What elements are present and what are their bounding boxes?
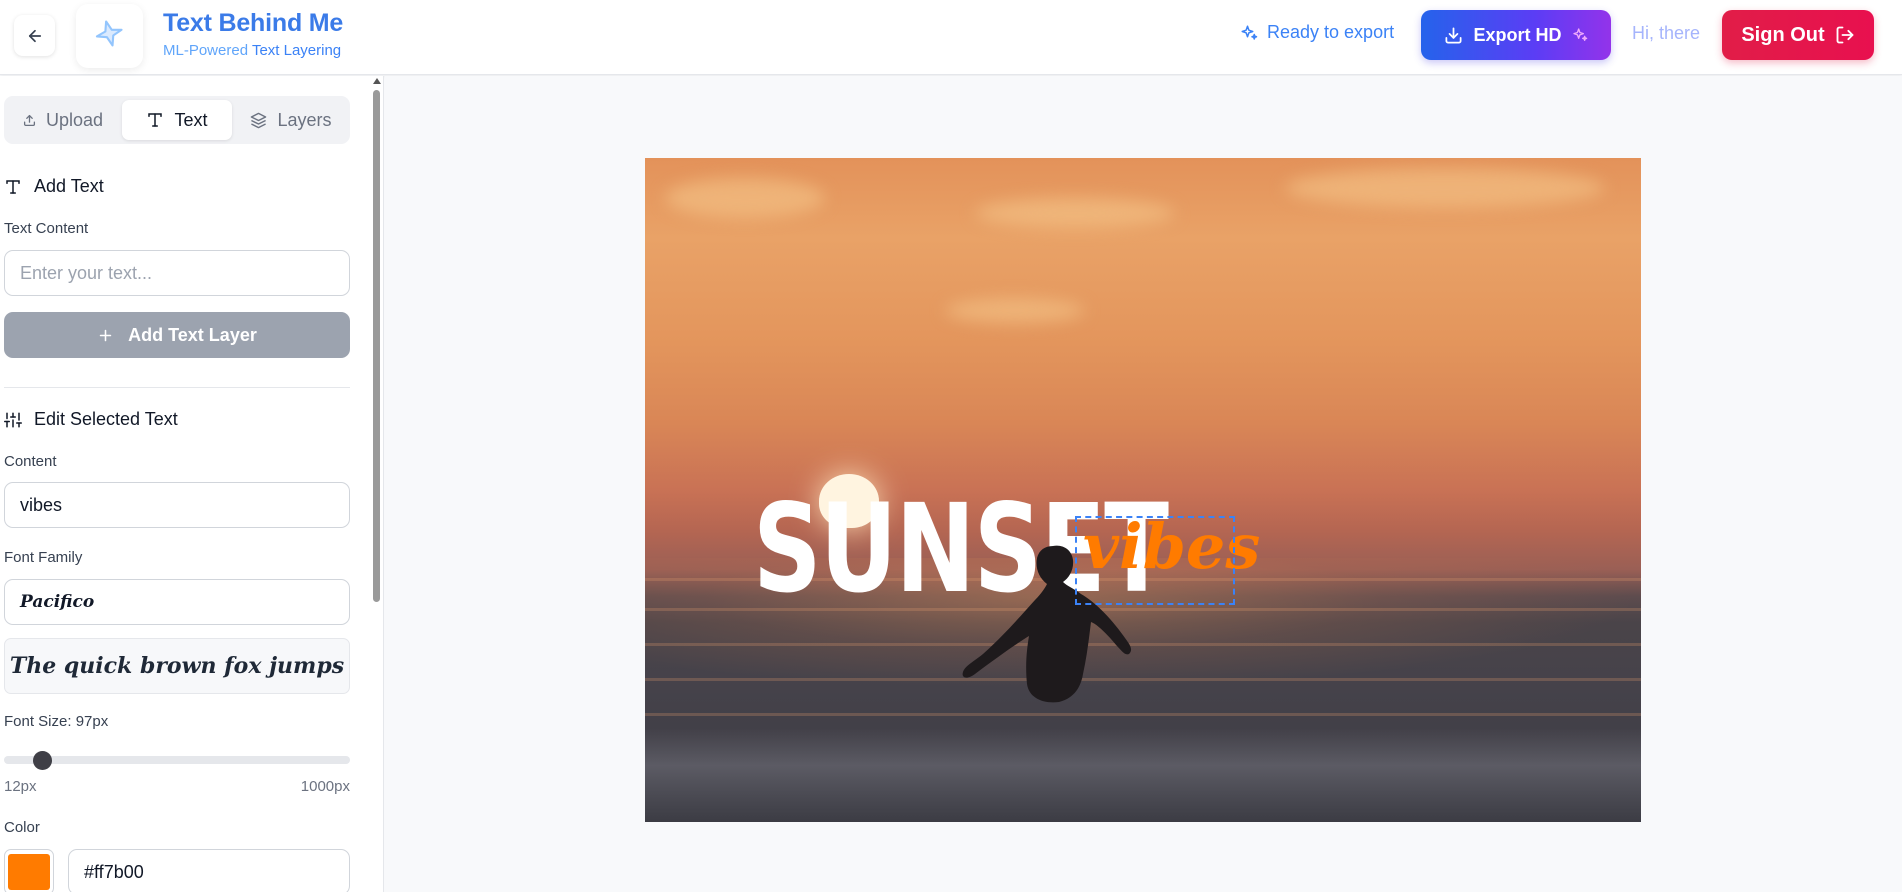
back-button[interactable] — [14, 15, 55, 56]
app-logo — [76, 4, 143, 68]
type-icon — [148, 113, 163, 127]
tab-upload-label: Upload — [45, 109, 104, 130]
sidebar-panel: Upload Text Layers Add Text Text Content… — [0, 76, 384, 892]
edit-text-heading: Edit Selected Text — [4, 409, 178, 430]
brand-subtitle-highlight: Text Layering — [251, 42, 342, 59]
tab-text-label: Text — [174, 109, 208, 130]
tab-upload[interactable]: Upload — [8, 100, 118, 140]
brand-title: Text Behind Me — [163, 9, 344, 37]
tab-layers-label: Layers — [277, 109, 332, 130]
color-swatch-fill — [8, 854, 50, 890]
sign-out-button[interactable]: Sign Out — [1722, 10, 1874, 60]
upload-icon — [23, 114, 35, 126]
user-greeting: Hi, there — [1632, 23, 1701, 43]
export-hd-label: Export HD — [1473, 24, 1562, 45]
arrow-left-icon — [28, 29, 41, 42]
plus-icon — [99, 329, 112, 341]
add-text-layer-button[interactable]: Add Text Layer — [4, 312, 350, 358]
text-content-label: Text Content — [4, 220, 89, 237]
export-status-text: Ready to export — [1267, 22, 1395, 42]
font-size-slider[interactable] — [4, 756, 350, 764]
brand: Text Behind Me ML-Powered Text Layering — [163, 9, 343, 59]
sparkles-icon — [1572, 28, 1587, 41]
sidebar-tabs: Upload Text Layers — [4, 96, 350, 144]
add-text-heading: Add Text — [4, 176, 104, 197]
add-text-layer-label: Add Text Layer — [128, 324, 257, 345]
content-label: Content — [4, 453, 57, 470]
download-icon — [1445, 27, 1462, 43]
color-swatch[interactable] — [4, 849, 54, 892]
section-divider — [4, 387, 350, 388]
scroll-up-arrow[interactable] — [373, 78, 381, 84]
content-input[interactable]: vibes — [4, 482, 350, 528]
text-content-input[interactable]: Enter your text... — [4, 250, 350, 296]
font-size-min: 12px — [4, 778, 37, 795]
add-text-title: Add Text — [34, 176, 104, 196]
sign-out-label: Sign Out — [1741, 23, 1825, 46]
export-hd-button[interactable]: Export HD — [1421, 10, 1611, 60]
cloud — [665, 178, 825, 218]
sliders-icon — [4, 412, 22, 427]
sidebar-scrollbar[interactable] — [370, 76, 382, 892]
font-size-slider-thumb[interactable] — [33, 751, 52, 770]
layers-icon — [251, 112, 267, 128]
font-size-max: 1000px — [300, 778, 350, 795]
tab-text[interactable]: Text — [122, 100, 232, 140]
edit-text-title: Edit Selected Text — [34, 409, 178, 429]
font-family-select[interactable]: Pacifico — [4, 579, 350, 625]
brand-subtitle: ML-Powered Text Layering — [163, 42, 343, 59]
color-hex-input[interactable]: #ff7b00 — [68, 849, 350, 892]
cloud — [945, 298, 1085, 323]
export-status: Ready to export — [1240, 22, 1394, 43]
cloud — [1285, 168, 1605, 208]
cloud — [975, 198, 1175, 228]
font-preview: The quick brown fox jumps — [4, 638, 350, 694]
scroll-thumb[interactable] — [373, 90, 380, 602]
brand-subtitle-part: ML-Powered — [163, 42, 252, 59]
surf-foam — [645, 728, 1641, 822]
font-size-label: Font Size: 97px — [4, 713, 109, 730]
font-family-label: Font Family — [4, 549, 83, 566]
color-label: Color — [4, 819, 40, 836]
selection-box[interactable] — [1075, 516, 1235, 605]
image-canvas[interactable]: SUNSET vibes — [645, 158, 1641, 822]
tab-layers[interactable]: Layers — [236, 100, 346, 140]
sparkle-logo-icon — [95, 20, 123, 47]
app-header: Text Behind Me ML-Powered Text Layering … — [0, 0, 1902, 75]
type-icon — [6, 179, 20, 194]
logout-icon — [1836, 26, 1854, 44]
sparkles-icon — [1241, 25, 1258, 40]
